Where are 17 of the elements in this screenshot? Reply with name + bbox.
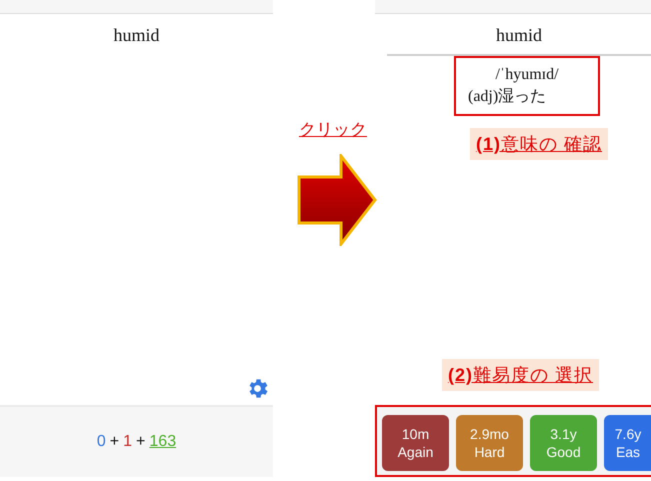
card-count: 163 — [149, 433, 176, 451]
card-front-text: humid — [494, 25, 543, 46]
pronunciation-text: /ˈhyumɪd/ — [495, 66, 559, 84]
answer-button[interactable]: 7.6y Eas — [604, 415, 651, 471]
card-front-text: humid — [112, 25, 160, 46]
annotation-label: (1)意味の 確認 — [470, 128, 608, 160]
plus-sign: + — [110, 433, 120, 451]
plus-sign: + — [136, 433, 146, 451]
answer-button[interactable]: 3.1y Good — [530, 415, 597, 471]
answer-button[interactable]: 2.9mo Hard — [456, 415, 523, 471]
answer-button[interactable]: 10m Again — [382, 415, 449, 471]
click-label: クリック — [299, 119, 367, 141]
right-arrow-icon — [297, 154, 377, 246]
annotation-label: (2)難易度の 選択 — [442, 359, 600, 391]
card-count: 1 — [123, 433, 132, 451]
card-count: 0 — [96, 433, 106, 451]
meaning-text: (adj)湿った — [468, 86, 548, 106]
